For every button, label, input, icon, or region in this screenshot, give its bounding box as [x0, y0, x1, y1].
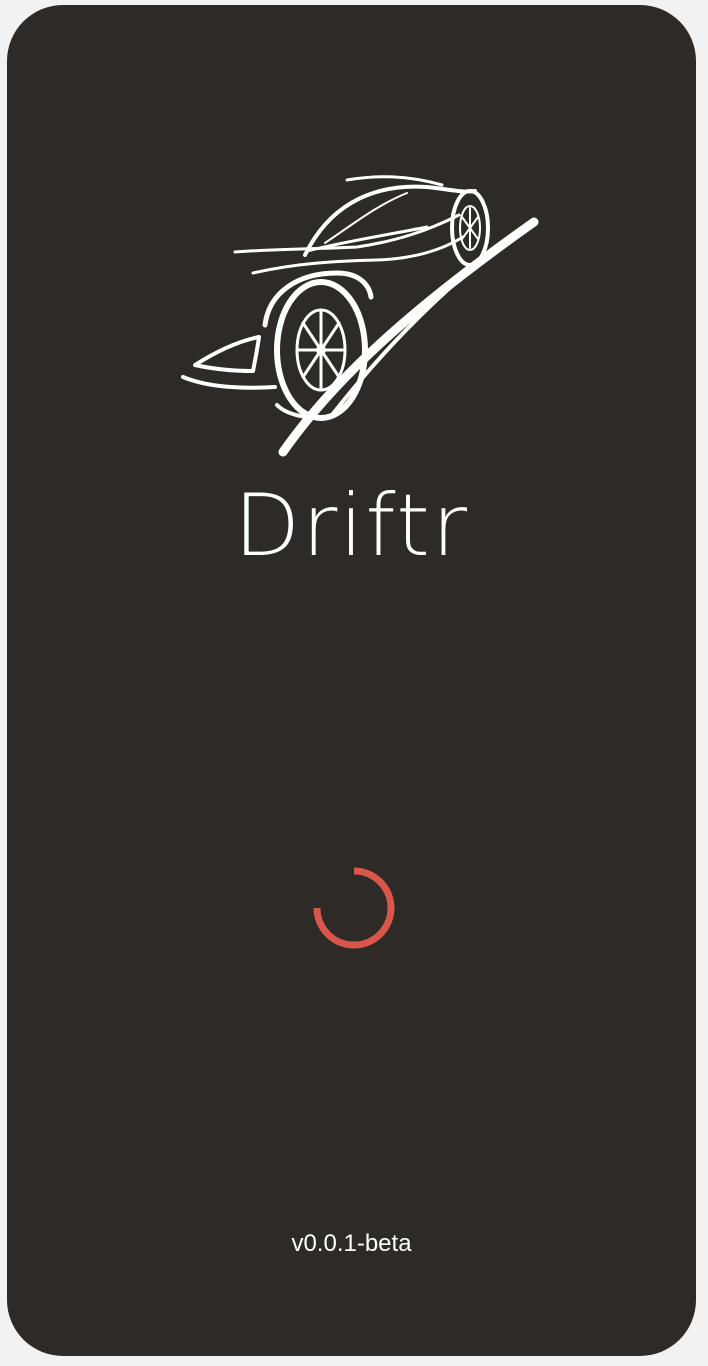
version-label: v0.0.1-beta	[291, 1230, 412, 1257]
sports-car-logo-icon	[181, 175, 539, 457]
app-title: Driftr	[233, 476, 470, 576]
loading-spinner-icon	[313, 867, 395, 949]
splash-screen: Driftr v0.0.1-beta	[7, 5, 696, 1356]
